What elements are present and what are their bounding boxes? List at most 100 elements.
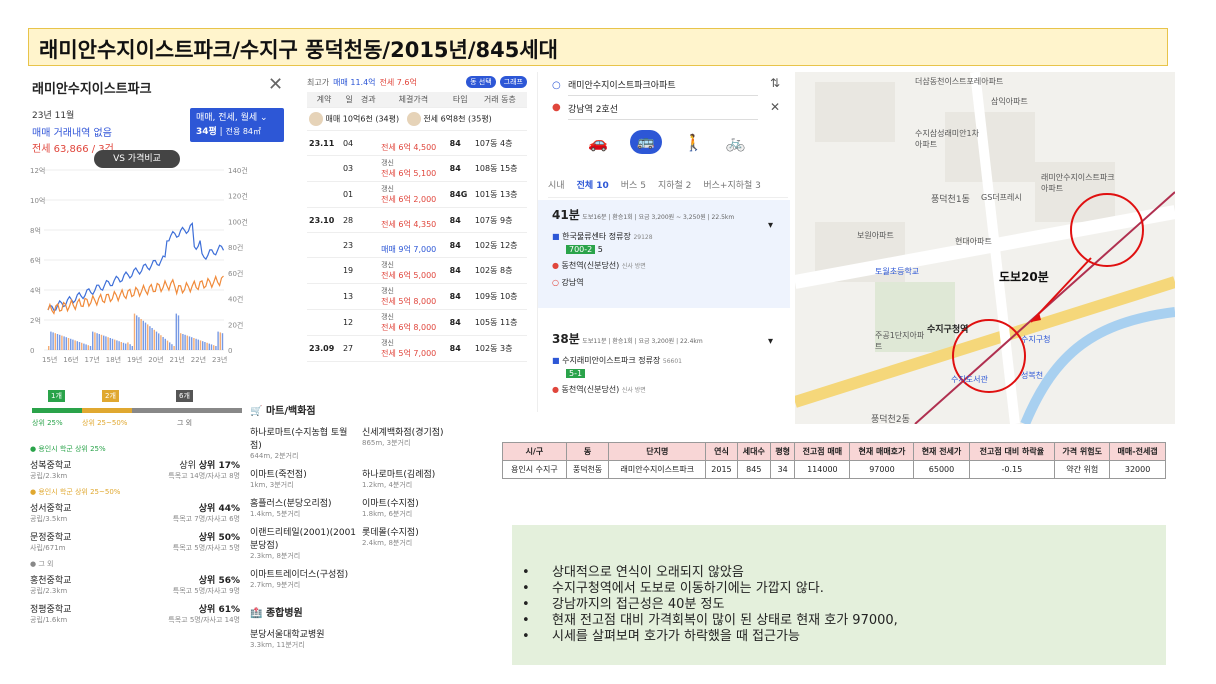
type-cell: 84 [447,130,473,156]
route-option-2[interactable]: 38분 도보11분 | 환승1회 | 요금 3,200원 | 22.4km ■ … [538,324,790,404]
car-icon[interactable]: 🚗 [588,133,608,152]
elapsed-cell [357,181,380,208]
volume-bar [83,343,85,350]
bus-stop-number: 29128 [633,234,653,241]
col-header: 체결가격 [379,92,448,108]
tab-bus-subway[interactable]: 버스+지하철 3 [703,178,761,191]
note-item: 시세를 살펴보며 호가가 하락했을 때 접근가능 [522,629,1146,645]
walk-icon[interactable]: 🚶 [684,133,704,152]
map-label: 삼익아파트 [991,97,1028,106]
hospital-name[interactable]: 분당서울대학교병원 [250,627,480,640]
route-option-1[interactable]: 41분 도보16분 | 환승1회 | 요금 3,200원 ~ 3,250원 | … [538,200,790,308]
mart-distance: 2.7km, 9분거리 [250,581,301,589]
volume-bar [114,339,116,350]
col-header: 전고점 매매 [794,442,851,461]
mart-title: 마트/백화점 [265,406,316,417]
list-item[interactable]: 이마트(죽전점) 1km, 3분거리 [250,467,358,490]
price-cell: 갱신 전세 6억 5,100 [379,155,448,182]
list-item[interactable]: 정평중학교 상위 61% 공립/1.6km 특목고 5명/자사고 14명 [30,602,240,625]
volume-bar [158,333,160,350]
tab-all[interactable]: 전체 10 [577,178,609,191]
chevron-down-icon[interactable]: ▾ [768,336,773,347]
bike-icon[interactable]: 🚲 [726,133,746,152]
list-item[interactable]: 롯데몰(수지점) 2.4km, 8분거리 [362,525,470,561]
map-label: 래미안수지이스트파크아파트 [1041,173,1115,193]
col-header: 계약 [307,92,341,108]
chevron-down-icon: ⌄ [260,113,268,123]
x-tick-label: 22년 [191,355,206,364]
route-detail: 도보16분 | 환승1회 | 요금 3,200원 ~ 3,250원 | 22.5… [582,214,735,221]
list-item[interactable]: 하나로마트(수지농협 토월점) 644m, 2분거리 [250,425,358,461]
type-cell: 84 [447,257,473,284]
map-label: 수지삼성래미안1차아파트 [915,129,979,149]
volume-bar [72,339,74,350]
type-cell: 84 [447,309,473,336]
list-item[interactable]: 홈플러스(분당오리점) 1.4km, 5분거리 [250,496,358,519]
day-cell: 03 [340,155,358,182]
x-tick-label: 23년 [212,355,227,364]
origin-input[interactable]: 래미안수지이스트파크아파트 [568,74,758,96]
table-row[interactable]: 23 매매 9억 7,000 84 102동 12층 [307,232,527,258]
volume-bar [127,342,129,350]
table-row[interactable]: 13 갱신 전세 5억 8,000 84 109동 10층 [307,283,527,310]
table-row[interactable]: 23.11 04 전세 6억 4,500 84 107동 4층 [307,130,527,156]
bus-stop-name: 한국물류센타 정류장 [562,232,631,241]
col-header: 세대수 [736,442,772,461]
volume-bar [193,338,195,350]
destination-input[interactable]: 강남역 2호선 [568,98,758,120]
list-item[interactable]: 문정중학교 상위 50% 사립/671m 특목고 5명/자사고 5명 [30,530,240,553]
list-item[interactable]: 이랜드리테일(2001)(2001 분당점) 2.3km, 8분거리 [250,525,358,561]
volume-bar [138,317,140,350]
chevron-down-icon[interactable]: ▾ [768,220,773,231]
note-item: 강남까지의 접근성은 40분 정도 [522,597,1146,613]
price-cell: 갱신 전세 6억 8,000 [379,309,448,336]
x-tick-label: 21년 [170,355,185,364]
price-value: 전세 6억 5,000 [381,271,437,280]
map-label: 주공1단지아파트 [875,331,925,351]
table-row[interactable]: 01 갱신 전세 6억 2,000 84G 101동 13층 [307,181,527,208]
table-row[interactable]: 23.09 27 갱신 전세 5억 7,000 84 102동 3층 [307,335,527,362]
tab-subway[interactable]: 지하철 2 [658,178,691,191]
day-cell: 19 [340,257,358,284]
mart-distance: 2.4km, 8분거리 [362,539,413,547]
swap-icon[interactable]: ⇅ [770,76,780,90]
list-item[interactable]: 하나로마트(김례점) 1.2km, 4분거리 [362,467,470,490]
dong-select-button[interactable]: 동 선택 [466,76,496,88]
tab-bus[interactable]: 버스 5 [621,178,646,191]
map-label: 수지도서관 [951,375,988,384]
list-item[interactable]: 홍천중학교 상위 56% 공립/2.3km 특목고 5명/자사고 9명 [30,573,240,596]
volume-bar [105,336,107,350]
tab-city[interactable]: 시내 [548,178,565,191]
elapsed-cell [357,309,380,336]
rank-marker-3: 6개 [176,390,193,402]
graph-button[interactable]: 그래프 [499,76,527,88]
month-cell [307,309,341,336]
mart-distance: 865m, 3분거리 [362,439,411,447]
map-label: 성복천 [1021,371,1044,380]
list-item[interactable]: 성서중학교 상위 44% 공립/3.5km 특목고 7명/자사고 6명 [30,501,240,524]
table-row[interactable]: 03 갱신 전세 6억 5,100 84 108동 15층 [307,155,527,182]
volume-bar [98,334,100,350]
clear-icon[interactable]: ✕ [770,100,780,114]
school-list: ● 용인시 학군 상위 25% 성복중학교 상위 상위 17% 공립/2.3km 특… [30,444,240,625]
map-view[interactable]: 더샵동천이스트포레아파트 삼익아파트 수지삼성래미안1차아파트 래미안수지이스트… [795,72,1175,424]
close-icon[interactable]: ✕ [268,74,283,95]
note-item: 현재 전고점 대비 가격회복이 많이 된 상태로 현재 호가 97000, [522,613,1146,629]
list-item[interactable]: 성복중학교 상위 상위 17% 공립/2.3km 특목고 14명/자사고 8명 [30,458,240,481]
deal-filter-dropdown[interactable]: 매매, 전세, 월세 ⌄ 34평 | 전용 84㎡ [190,108,284,142]
hospital-title: 종합병원 [265,608,303,619]
type-cell: 84 [447,283,473,310]
x-tick-label: 16년 [63,355,78,364]
bus-icon[interactable]: 🚌 [629,130,662,154]
list-item[interactable]: 이마트(수지점) 1.8km, 6분거리 [362,496,470,519]
note-item: 상대적으로 연식이 오래되지 않았음 [522,565,1146,581]
table-row[interactable]: 12 갱신 전세 6억 8,000 84 105동 11층 [307,309,527,336]
volume-bar [175,313,177,350]
price-cell: 전세 6억 4,350 [379,207,448,233]
table-row[interactable]: 23.10 28 전세 6억 4,350 84 107동 9층 [307,207,527,233]
table-row[interactable]: 19 갱신 전세 6억 5,000 84 102동 8층 [307,257,527,284]
list-item[interactable]: 신세계백화점(경기점) 865m, 3분거리 [362,425,470,461]
month-cell [307,181,341,208]
volume-bar [118,341,120,350]
list-item[interactable]: 이마트트레이더스(구성점) 2.7km, 9분거리 [250,567,358,590]
